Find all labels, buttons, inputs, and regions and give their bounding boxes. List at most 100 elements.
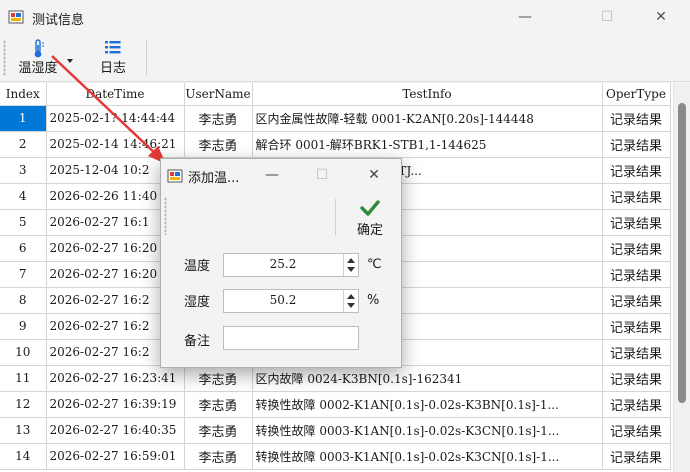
cell-opertype[interactable]: 记录结果: [602, 391, 671, 418]
cell-username[interactable]: 李志勇: [184, 105, 253, 132]
cell-index[interactable]: 3: [0, 157, 47, 184]
maximize-button[interactable]: ☐: [584, 4, 630, 30]
cell-index[interactable]: 9: [0, 313, 47, 340]
cell-username[interactable]: 李志勇: [184, 365, 253, 392]
cell-index[interactable]: 12: [0, 391, 47, 418]
cell-username[interactable]: 李志勇: [184, 443, 253, 470]
humidity-value: 50.2: [269, 293, 297, 307]
main-titlebar: 测试信息 — ☐ ✕: [0, 0, 690, 34]
cell-datetime[interactable]: 2025-02-1? 14:44:44: [46, 105, 185, 132]
dialog-title: 添加温...: [188, 171, 240, 186]
cell-index[interactable]: 4: [0, 183, 47, 210]
toolbar-separator: [146, 40, 147, 76]
temperature-label: 温度: [184, 259, 211, 274]
cell-opertype[interactable]: 记录结果: [602, 313, 671, 340]
temperature-unit: ℃: [367, 257, 382, 272]
note-label: 备注: [184, 334, 211, 349]
cell-index[interactable]: 11: [0, 365, 47, 392]
cell-index[interactable]: 10: [0, 339, 47, 366]
temperature-value: 25.2: [269, 257, 297, 271]
cell-opertype[interactable]: 记录结果: [602, 105, 671, 132]
temperature-stepper[interactable]: [343, 254, 358, 276]
cell-index[interactable]: 7: [0, 261, 47, 288]
cell-index[interactable]: 8: [0, 287, 47, 314]
cell-index[interactable]: 5: [0, 209, 47, 236]
cell-username[interactable]: 李志勇: [184, 417, 253, 444]
column-header-username[interactable]: UserName: [184, 83, 253, 106]
vertical-scrollbar[interactable]: [673, 83, 690, 472]
cell-testinfo[interactable]: 区内金属性故障-轻载 0001-K2AN[0.20s]-144448: [252, 105, 603, 132]
humidity-unit: %: [367, 293, 380, 308]
column-header-testinfo[interactable]: TestInfo: [252, 83, 603, 106]
window-title: 测试信息: [32, 13, 85, 28]
table-row[interactable]: 2 2025-02-14 14:46:21 李志勇 解合环 0001-解环BRK1-S…: [0, 131, 671, 158]
temperature-input[interactable]: 25.2: [223, 253, 359, 277]
cell-opertype[interactable]: 记录结果: [602, 443, 671, 470]
humidity-up-icon[interactable]: [347, 294, 355, 299]
temperature-down-icon[interactable]: [347, 267, 355, 272]
cell-index[interactable]: 2: [0, 131, 47, 158]
cell-index[interactable]: 13: [0, 417, 47, 444]
table-row[interactable]: 11 2026-02-27 16:23:41 李志勇 区内故障 0024-K3BN[0…: [0, 365, 671, 392]
table-row[interactable]: 12 2026-02-27 16:39:19 李志勇 转换性故障 0002-K1AN[…: [0, 391, 671, 418]
cell-testinfo[interactable]: 转换性故障 0003-K1AN[0.1s]-0.02s-K3CN[0.1s]-1…: [252, 443, 603, 470]
cell-datetime[interactable]: 2026-02-27 16:40:35: [46, 417, 185, 444]
cell-opertype[interactable]: 记录结果: [602, 209, 671, 236]
dialog-titlebar: 添加温... — ☐ ✕: [161, 159, 401, 191]
close-button[interactable]: ✕: [638, 4, 684, 30]
dialog-app-icon: [167, 169, 183, 183]
main-toolbar: 温湿度 日志: [0, 34, 690, 82]
cell-opertype[interactable]: 记录结果: [602, 365, 671, 392]
cell-username[interactable]: 李志勇: [184, 131, 253, 158]
cell-opertype[interactable]: 记录结果: [602, 287, 671, 314]
humiture-button[interactable]: 温湿度: [10, 37, 76, 79]
cell-testinfo[interactable]: 转换性故障 0003-K1AN[0.1s]-0.02s-K3CN[0.1s]-1…: [252, 417, 603, 444]
humidity-input[interactable]: 50.2: [223, 289, 359, 313]
cell-opertype[interactable]: 记录结果: [602, 131, 671, 158]
dialog-maximize-button[interactable]: ☐: [305, 163, 339, 187]
table-row[interactable]: 14 2026-02-27 16:59:01 李志勇 转换性故障 0003-K1AN[…: [0, 443, 671, 470]
cell-index[interactable]: 1: [0, 105, 47, 132]
column-header-opertype[interactable]: OperType: [602, 83, 671, 106]
ok-button[interactable]: 确定: [349, 195, 391, 239]
note-input[interactable]: [223, 326, 359, 350]
cell-testinfo[interactable]: 区内故障 0024-K3BN[0.1s]-162341: [252, 365, 603, 392]
dialog-toolbar-grip[interactable]: [164, 197, 167, 235]
table-row[interactable]: 13 2026-02-27 16:40:35 李志勇 转换性故障 0003-K1AN[…: [0, 417, 671, 444]
toolbar-grip[interactable]: [3, 40, 6, 76]
cell-opertype[interactable]: 记录结果: [602, 261, 671, 288]
cell-testinfo[interactable]: 解合环 0001-解环BRK1-STB1,1-144625: [252, 131, 603, 158]
cell-datetime[interactable]: 2026-02-27 16:39:19: [46, 391, 185, 418]
cell-index[interactable]: 6: [0, 235, 47, 262]
cell-testinfo[interactable]: 转换性故障 0002-K1AN[0.1s]-0.02s-K3BN[0.1s]-1…: [252, 391, 603, 418]
cell-opertype[interactable]: 记录结果: [602, 417, 671, 444]
log-button[interactable]: 日志: [92, 37, 134, 79]
dialog-close-button[interactable]: ✕: [357, 163, 391, 187]
cell-opertype[interactable]: 记录结果: [602, 235, 671, 262]
cell-datetime[interactable]: 2026-02-27 16:23:41: [46, 365, 185, 392]
list-icon: [105, 41, 121, 54]
cell-opertype[interactable]: 记录结果: [602, 183, 671, 210]
chevron-down-icon[interactable]: [67, 59, 73, 63]
table-row[interactable]: 1 2025-02-1? 14:44:44 李志勇 区内金属性故障-轻载 0001-K…: [0, 105, 671, 132]
cell-index[interactable]: 14: [0, 443, 47, 470]
column-header-index[interactable]: Index: [0, 83, 47, 106]
ok-label: 确定: [356, 223, 383, 238]
dialog-minimize-button[interactable]: —: [255, 163, 289, 187]
cell-datetime[interactable]: 2025-02-14 14:46:21: [46, 131, 185, 158]
checkmark-icon: [360, 200, 380, 216]
cell-datetime[interactable]: 2026-02-27 16:59:01: [46, 443, 185, 470]
app-icon: [8, 10, 24, 24]
humidity-label: 湿度: [184, 295, 211, 310]
temperature-up-icon[interactable]: [347, 258, 355, 263]
minimize-button[interactable]: —: [502, 4, 548, 30]
cell-username[interactable]: 李志勇: [184, 391, 253, 418]
dialog-toolbar-separator: [335, 199, 336, 235]
column-header-datetime[interactable]: DateTime: [46, 83, 185, 106]
cell-opertype[interactable]: 记录结果: [602, 157, 671, 184]
scrollbar-thumb[interactable]: [678, 103, 686, 403]
humidity-down-icon[interactable]: [347, 303, 355, 308]
humidity-stepper[interactable]: [343, 290, 358, 312]
add-humiture-dialog: 添加温... — ☐ ✕ 确定 温度 25.2 ℃ 湿度 50.2 % 备注: [160, 158, 402, 368]
cell-opertype[interactable]: 记录结果: [602, 339, 671, 366]
